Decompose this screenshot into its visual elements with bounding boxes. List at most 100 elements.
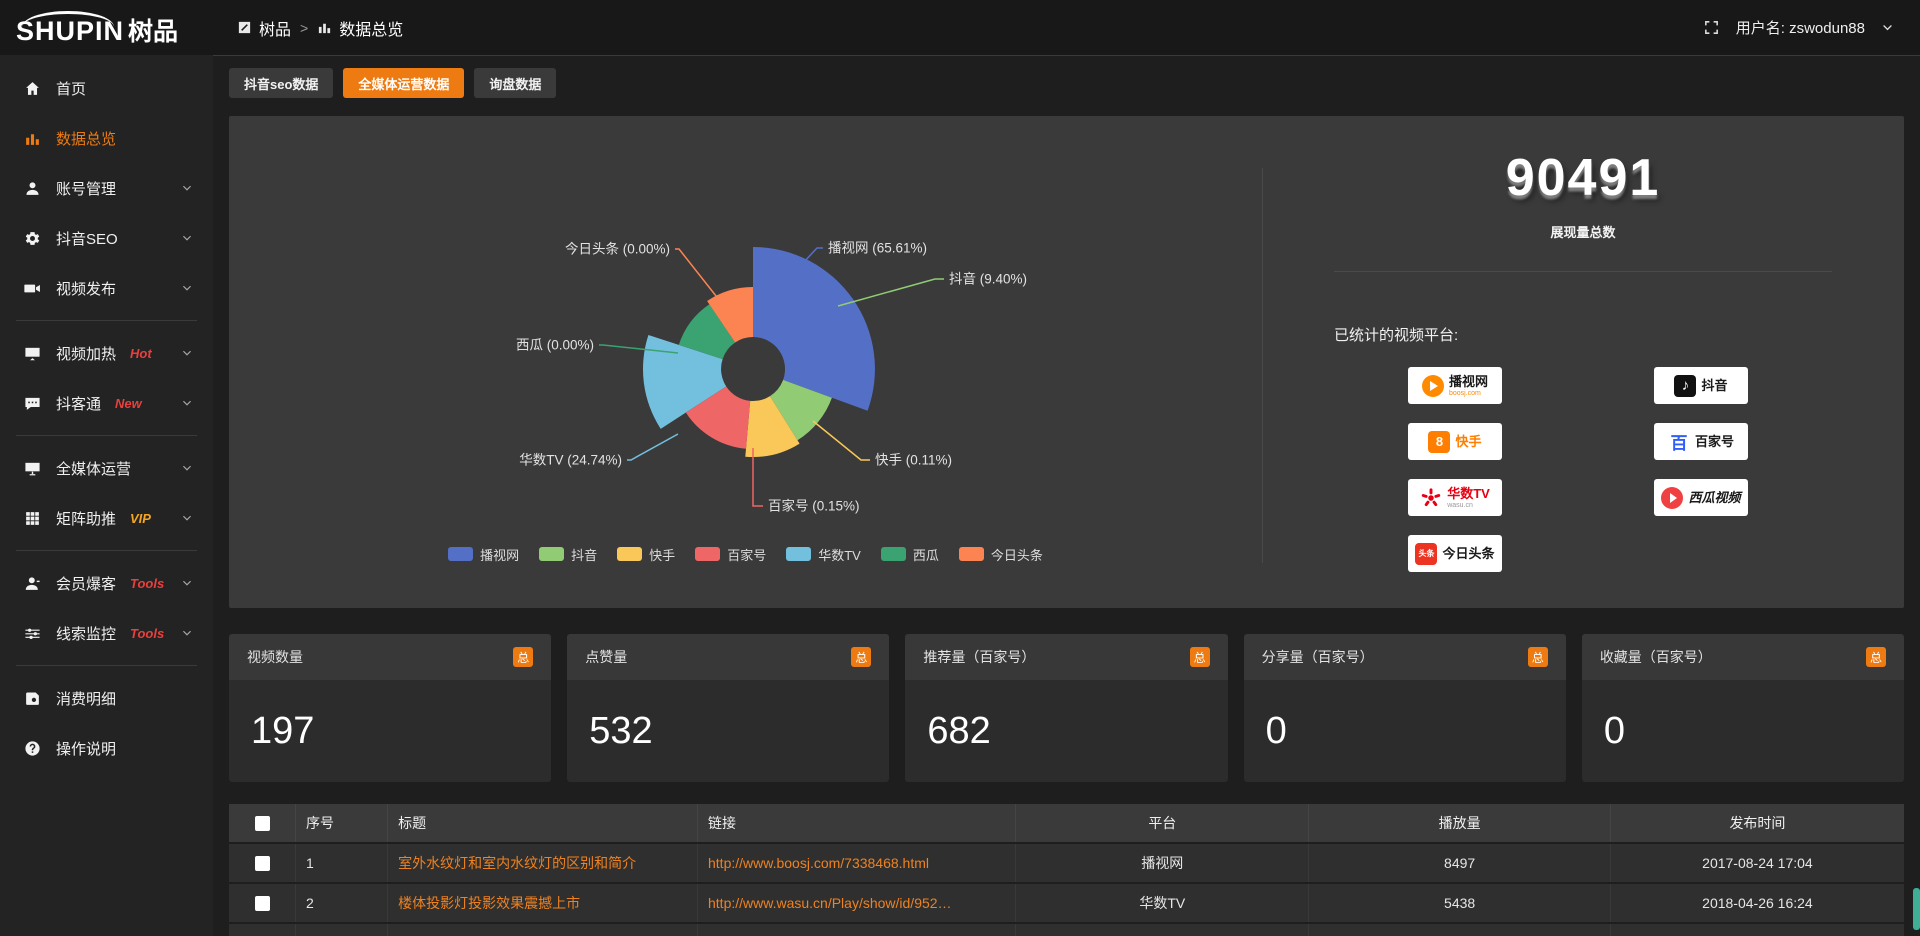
breadcrumb-app[interactable]: 树品: [259, 16, 291, 40]
sidebar-item-matrix-boost[interactable]: 矩阵助推VIP: [0, 493, 213, 543]
legend-item-百家号[interactable]: 百家号: [695, 545, 766, 564]
sidebar-item-douketong[interactable]: 抖客通 New: [0, 378, 213, 428]
sidebar-item-clue-monitor[interactable]: 线索监控Tools: [0, 608, 213, 658]
row-checkbox[interactable]: [255, 896, 270, 911]
label-leader-line: [838, 279, 944, 306]
column-header[interactable]: 序号: [296, 804, 388, 842]
sidebar-divider: [16, 435, 197, 436]
sidebar-item-label: 全媒体运营: [56, 458, 131, 479]
breadcrumb-page[interactable]: 数据总览: [339, 16, 403, 40]
pie-label: 西瓜 (0.00%): [516, 338, 594, 353]
stat-card-body: 0: [1582, 680, 1904, 782]
legend-label: 百家号: [727, 545, 766, 564]
legend-item-今日头条[interactable]: 今日头条: [959, 545, 1043, 564]
sidebar-item-consume-detail[interactable]: 消费明细: [0, 673, 213, 723]
platform-logo-xigua: 西瓜视频: [1654, 479, 1748, 516]
stat-card-title: 收藏量（百家号）: [1600, 647, 1712, 667]
pie-label: 今日头条 (0.00%): [565, 241, 670, 257]
platform-logo-toutiao: 头条今日头条: [1408, 535, 1502, 572]
pie-label: 播视网 (65.61%): [828, 241, 927, 256]
sidebar-item-account-manage[interactable]: 账号管理: [0, 163, 213, 213]
chevron-down-icon: [181, 397, 193, 409]
tab-inquiry-data[interactable]: 询盘数据: [474, 68, 556, 98]
chevron-down-icon: [181, 512, 193, 524]
main-content: 抖音seo数据全媒体运营数据询盘数据 播视网 (65.61%)抖音 (9.40%…: [213, 55, 1920, 936]
sidebar-item-label: 矩阵助推: [56, 508, 116, 529]
sidebar-item-label: 视频发布: [56, 278, 116, 299]
legend-item-抖音[interactable]: 抖音: [539, 545, 597, 564]
platform-share-chart: 播视网 (65.61%)抖音 (9.40%)快手 (0.11%)百家号 (0.1…: [229, 116, 1262, 608]
legend-swatch: [695, 547, 720, 561]
logo-text-cn: 树品: [128, 12, 178, 48]
sidebar-item-member-baoke[interactable]: 会员爆客Tools: [0, 558, 213, 608]
select-all-checkbox[interactable]: [255, 816, 270, 831]
logo-arc: [22, 11, 114, 27]
chevron-down-icon: [181, 282, 193, 294]
sidebar-item-home[interactable]: 首页: [0, 63, 213, 113]
legend-item-华数TV[interactable]: 华数TV: [786, 545, 861, 564]
sidebar-item-video-publish[interactable]: 视频发布: [0, 263, 213, 313]
chevron-down-icon: [181, 232, 193, 244]
stat-card-title: 点赞量: [585, 647, 627, 667]
total-impressions-label: 展现量总数: [1262, 222, 1904, 241]
fullscreen-icon[interactable]: [1703, 19, 1720, 36]
video-heat-icon: [24, 345, 41, 362]
cell-plays: 8497: [1309, 844, 1611, 882]
sidebar-divider: [16, 550, 197, 551]
sidebar-item-media-ops[interactable]: 全媒体运营: [0, 443, 213, 493]
video-publish-icon: [24, 280, 41, 297]
scrollbar-thumb[interactable]: [1913, 888, 1920, 930]
tab-douyin-seo-data[interactable]: 抖音seo数据: [229, 68, 333, 98]
label-leader-line: [803, 248, 823, 263]
legend-label: 西瓜: [913, 545, 939, 564]
column-header[interactable]: 链接: [698, 804, 1016, 842]
cell-link[interactable]: http://www.boosj.com/7338468.html: [698, 844, 1016, 882]
cell-link[interactable]: http://www.wasu.cn/Play/show/id/952…: [698, 884, 1016, 922]
video-table: 序号标题链接平台播放量发布时间 1室外水纹灯和室内水纹灯的区别和简介http:/…: [229, 802, 1904, 936]
matrix-boost-icon: [24, 510, 41, 527]
sidebar-item-label: 抖客通: [56, 393, 101, 414]
cell-title[interactable]: 楼体投影灯投影效果震撼上市: [388, 884, 698, 922]
chevron-down-icon: [181, 627, 193, 639]
label-leader-line: [675, 249, 720, 301]
stat-card-value: 0: [1604, 710, 1625, 753]
sidebar-item-data-overview[interactable]: 数据总览: [0, 113, 213, 163]
sidebar-item-manual[interactable]: 操作说明: [0, 723, 213, 773]
sidebar-item-douyin-seo[interactable]: 抖音SEO: [0, 213, 213, 263]
chevron-down-icon: [181, 577, 193, 589]
legend-swatch: [959, 547, 984, 561]
username-label[interactable]: 用户名: zswodun88: [1736, 17, 1865, 38]
stat-card-2: 推荐量（百家号）总682: [905, 634, 1227, 782]
legend-label: 快手: [649, 545, 675, 564]
platform-logo-wasu: 华数TVwasu.cn: [1408, 479, 1502, 516]
video-table-section: 序号标题链接平台播放量发布时间 1室外水纹灯和室内水纹灯的区别和简介http:/…: [229, 802, 1904, 936]
tab-media-ops-data[interactable]: 全媒体运营数据: [343, 68, 464, 98]
platform-logo-baijiahao: 百百家号: [1654, 423, 1748, 460]
platform-name: 今日头条: [1442, 547, 1494, 560]
breadcrumb: 树品 > 数据总览: [237, 16, 403, 40]
chevron-down-icon[interactable]: [1881, 21, 1894, 34]
legend-item-西瓜[interactable]: 西瓜: [881, 545, 939, 564]
row-checkbox[interactable]: [255, 856, 270, 871]
cell-platform: 播视网: [1016, 844, 1309, 882]
data-overview-icon: [24, 130, 41, 147]
column-header[interactable]: 播放量: [1309, 804, 1611, 842]
compose-icon: [237, 20, 252, 35]
pie-slice-播视网[interactable]: [753, 247, 875, 411]
chevron-down-icon: [181, 462, 193, 474]
column-header[interactable]: 平台: [1016, 804, 1309, 842]
column-header[interactable]: 标题: [388, 804, 698, 842]
platform-name: 抖音: [1701, 379, 1727, 392]
sidebar-item-video-heat[interactable]: 视频加热Hot: [0, 328, 213, 378]
summary-divider: [1334, 271, 1832, 272]
column-header[interactable]: 发布时间: [1611, 804, 1904, 842]
cell-title[interactable]: 室外水纹灯和室内水纹灯的区别和简介: [388, 844, 698, 882]
vertical-divider: [1262, 168, 1263, 563]
cell-no: 1: [296, 844, 388, 882]
sidebar-divider: [16, 665, 197, 666]
legend-item-快手[interactable]: 快手: [617, 545, 675, 564]
badge-new: New: [115, 396, 142, 411]
legend-swatch: [539, 547, 564, 561]
stat-card-header: 收藏量（百家号）总: [1582, 634, 1904, 680]
legend-item-播视网[interactable]: 播视网: [448, 545, 519, 564]
